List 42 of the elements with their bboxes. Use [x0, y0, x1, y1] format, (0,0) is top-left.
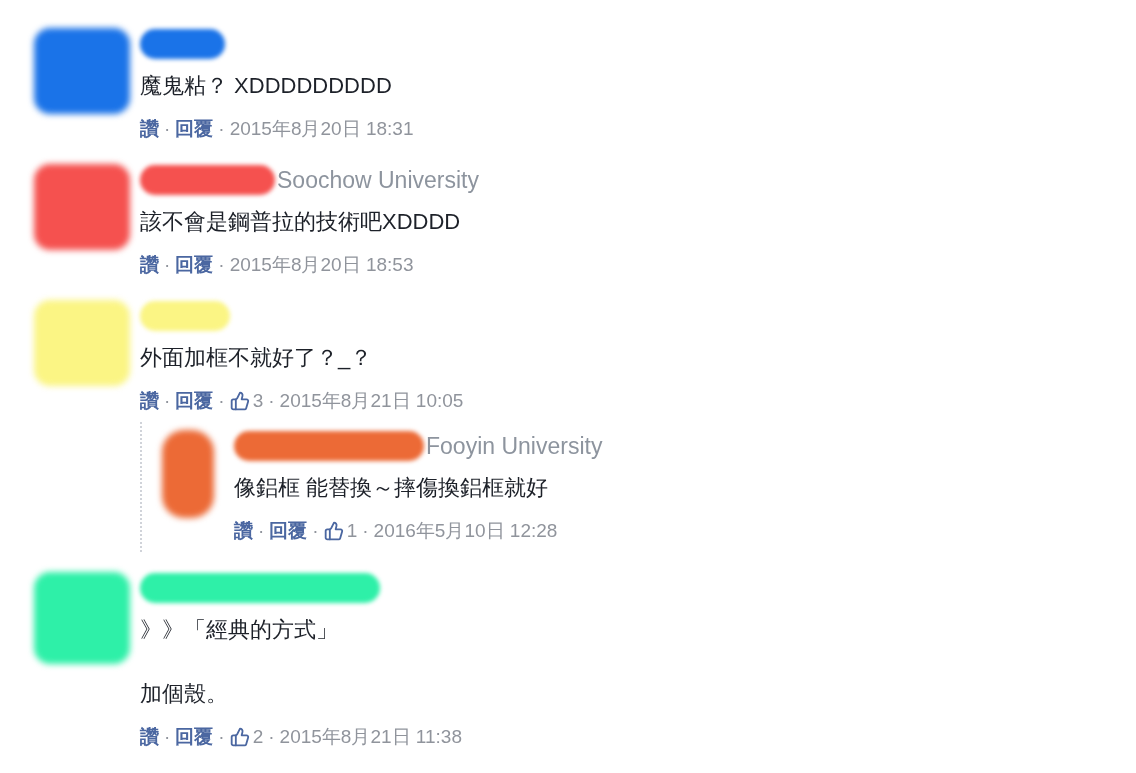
action-link[interactable]: 回覆	[175, 116, 214, 142]
action-link[interactable]: 回覆	[175, 252, 214, 278]
thumbs-up-icon	[229, 391, 250, 411]
comment-text: 魔鬼粘？ XDDDDDDDDD	[140, 72, 393, 100]
separator-dot: ·	[164, 726, 171, 748]
separator-dot: ·	[268, 390, 275, 412]
comment-text: 外面加框不就好了？_？	[140, 344, 374, 372]
action-link[interactable]: 讚	[140, 116, 159, 142]
thumbs-up-icon	[229, 727, 250, 747]
separator-dot: ·	[218, 254, 225, 276]
comment-time: 2015年8月20日 18:31	[229, 117, 414, 141]
comment-time: 2016年5月10日 12:28	[373, 519, 558, 543]
action-link[interactable]: 讚	[234, 518, 253, 544]
separator-dot: ·	[164, 118, 171, 140]
comment-text: 》》「經典的方式」	[140, 616, 339, 644]
comment-time: 2015年8月21日 10:05	[279, 389, 464, 413]
separator-dot: ·	[218, 118, 225, 140]
separator-dot: ·	[362, 520, 369, 542]
action-link[interactable]: 回覆	[175, 724, 214, 750]
comment-text: 該不會是鋼普拉的技術吧XDDDD	[140, 208, 462, 236]
commenter-school: Fooyin University	[426, 432, 603, 460]
action-link[interactable]: 回覆	[269, 518, 308, 544]
action-link[interactable]: 回覆	[175, 388, 214, 414]
like-count: 2	[229, 726, 264, 748]
like-count: 3	[229, 390, 264, 412]
separator-dot: ·	[258, 520, 265, 542]
action-link[interactable]: 讚	[140, 388, 159, 414]
action-link[interactable]: 讚	[140, 252, 159, 278]
separator-dot: ·	[312, 520, 319, 542]
thumbs-up-icon	[323, 521, 344, 541]
like-count: 1	[323, 520, 358, 542]
separator-dot: ·	[268, 726, 275, 748]
comment-text: 像鋁框 能替換～摔傷換鋁框就好	[234, 474, 550, 502]
action-link[interactable]: 讚	[140, 724, 159, 750]
separator-dot: ·	[164, 254, 171, 276]
comment-time: 2015年8月20日 18:53	[229, 253, 414, 277]
separator-dot: ·	[218, 390, 225, 412]
commenter-school: Soochow University	[277, 166, 479, 194]
separator-dot: ·	[164, 390, 171, 412]
comment-text: 加個殼。	[140, 680, 229, 708]
separator-dot: ·	[218, 726, 225, 748]
comment-time: 2015年8月21日 11:38	[279, 725, 462, 749]
